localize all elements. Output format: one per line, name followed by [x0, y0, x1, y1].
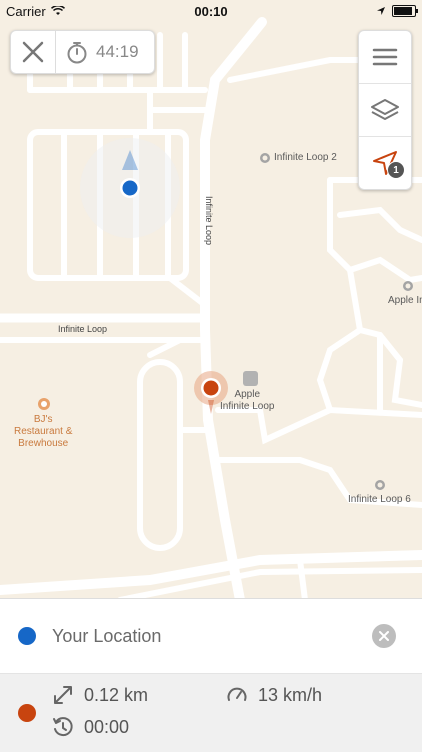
- location-label: Your Location: [52, 625, 162, 646]
- timer-elapsed: 44:19: [96, 42, 139, 61]
- distance-icon: [54, 686, 72, 704]
- route-panel: Your Location 0.12 km 13 km/h 00:00: [0, 598, 422, 752]
- distance-stat: 0.12 km: [52, 684, 148, 706]
- target-location-dot: [18, 704, 36, 722]
- road-label-vertical: Infinite Loop: [204, 196, 214, 246]
- navigate-badge: 1: [387, 161, 405, 179]
- layers-button[interactable]: [359, 84, 411, 137]
- location-row[interactable]: Your Location: [0, 599, 422, 674]
- clear-icon: [379, 631, 389, 641]
- poi-bjs-restaurant[interactable]: BJ's Restaurant & Brewhouse: [14, 414, 72, 450]
- speedometer-icon: [227, 687, 247, 701]
- poi-infinite-loop-2[interactable]: Infinite Loop 2: [274, 152, 337, 163]
- poi-apple-infinite-loop[interactable]: Apple Infinite Loop: [220, 389, 275, 413]
- map-controls: 1: [358, 30, 412, 190]
- target-location-pin[interactable]: [196, 373, 226, 403]
- close-icon: [22, 41, 44, 63]
- status-bar: Carrier 00:10: [0, 0, 422, 22]
- speed-value: 13 km/h: [258, 684, 323, 705]
- poi-infinite-loop-6[interactable]: Infinite Loop 6: [348, 494, 411, 505]
- navigate-button[interactable]: 1: [359, 137, 411, 189]
- menu-button[interactable]: [359, 31, 411, 84]
- hamburger-menu-icon: [372, 48, 398, 66]
- duration-stat: 00:00: [52, 716, 129, 738]
- distance-value: 0.12 km: [84, 684, 149, 705]
- road-label-horizontal: Infinite Loop: [58, 324, 108, 334]
- timer-card: 44:19: [10, 30, 155, 74]
- close-button[interactable]: [11, 31, 56, 73]
- layers-icon: [371, 99, 399, 120]
- user-location-marker[interactable]: [120, 178, 140, 198]
- poi-apple-in[interactable]: Apple In: [388, 295, 422, 306]
- status-time: 00:10: [194, 3, 228, 19]
- stopwatch-icon: [67, 42, 87, 64]
- history-clock-icon: [53, 717, 73, 737]
- speed-stat: 13 km/h: [226, 684, 322, 706]
- battery-icon: [392, 5, 418, 17]
- duration-value: 00:00: [84, 716, 130, 737]
- clear-location-button[interactable]: [372, 624, 396, 648]
- route-stats: 0.12 km 13 km/h 00:00: [0, 674, 422, 752]
- user-location-dot: [18, 627, 36, 645]
